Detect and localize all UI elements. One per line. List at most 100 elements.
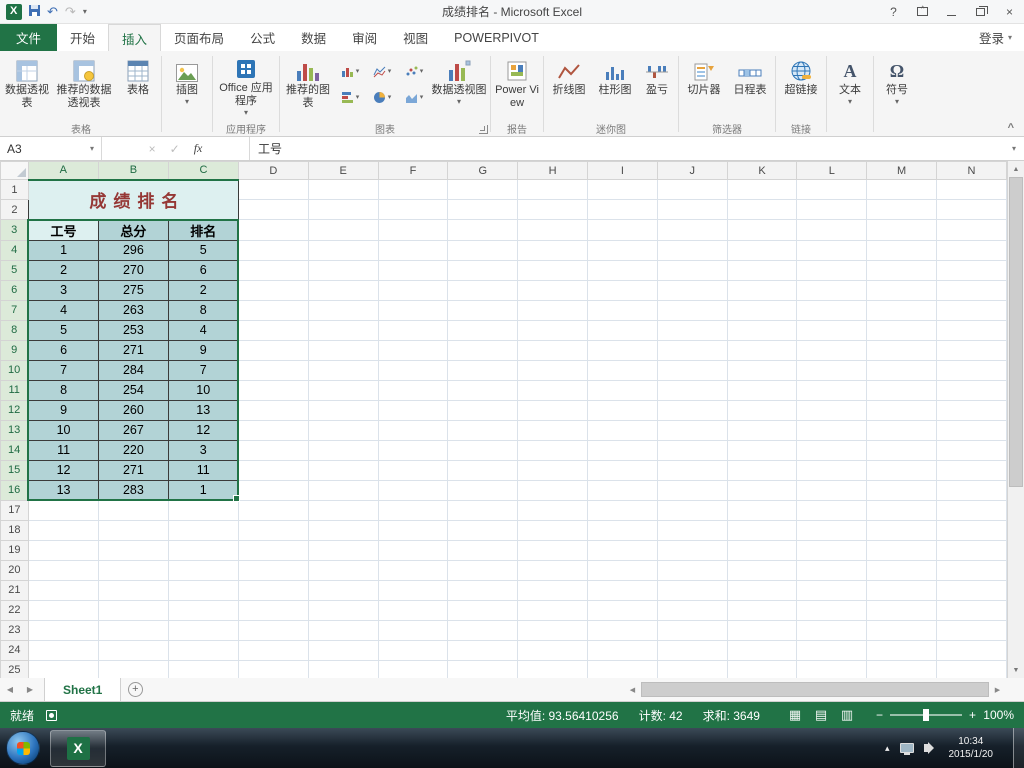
cell-K3[interactable] [727, 219, 798, 241]
office-apps-button[interactable]: Office 应用程序 ▾ [215, 53, 277, 117]
cell-G8[interactable] [447, 320, 519, 341]
text-button[interactable]: A 文本 ▾ [829, 53, 871, 117]
hyperlink-button[interactable]: 超链接 [778, 53, 824, 117]
cell-G11[interactable] [447, 380, 519, 401]
cell-G1[interactable] [447, 179, 519, 200]
cell-J12[interactable] [657, 400, 728, 421]
cell-B14[interactable]: 220 [97, 439, 169, 461]
cell-A4[interactable]: 1 [27, 239, 99, 261]
zoom-slider-thumb[interactable] [922, 709, 929, 721]
cell-I11[interactable] [587, 380, 658, 401]
cell-B8[interactable]: 253 [97, 319, 169, 341]
cell-K5[interactable] [727, 260, 798, 281]
cell-K4[interactable] [727, 240, 798, 261]
cell-A18[interactable] [28, 520, 99, 541]
cell-D10[interactable] [238, 360, 309, 381]
cell-F6[interactable] [378, 280, 449, 301]
cell-G4[interactable] [447, 240, 519, 261]
cell-F3[interactable] [378, 219, 449, 241]
cell-G14[interactable] [447, 440, 519, 461]
cell-M2[interactable] [866, 199, 938, 220]
help-button[interactable]: ? [879, 0, 908, 23]
cell-F19[interactable] [378, 540, 449, 561]
cell-I2[interactable] [587, 199, 658, 220]
cell-N18[interactable] [936, 520, 1007, 541]
scroll-down-icon[interactable]: ▼ [1008, 662, 1024, 678]
illustrations-button[interactable]: 插图 ▾ [164, 53, 210, 117]
horizontal-scroll-track[interactable] [641, 678, 989, 701]
cell-C22[interactable] [168, 600, 239, 621]
insert-function-button[interactable]: fx [194, 141, 203, 156]
cell-M3[interactable] [866, 219, 938, 241]
cell-I23[interactable] [587, 620, 658, 641]
collapse-ribbon-button[interactable]: ^ [1008, 122, 1014, 134]
cell-F10[interactable] [378, 360, 449, 381]
cell-E25[interactable] [308, 660, 379, 678]
cell-K14[interactable] [727, 440, 798, 461]
cell-B12[interactable]: 260 [97, 399, 169, 421]
cell-G12[interactable] [447, 400, 519, 421]
cell-M21[interactable] [866, 580, 938, 601]
cell-N4[interactable] [936, 240, 1007, 261]
cell-J22[interactable] [657, 600, 728, 621]
insert-pie-chart-button[interactable]: ▾ [366, 84, 398, 110]
sign-in-button[interactable]: 登录 ▾ [967, 24, 1024, 51]
cell-F23[interactable] [378, 620, 449, 641]
zoom-slider[interactable] [889, 709, 962, 721]
cell-H20[interactable] [517, 560, 589, 581]
timeline-button[interactable]: 日程表 [727, 53, 773, 117]
column-header-L[interactable]: L [796, 161, 868, 180]
sheet-tab-sheet1[interactable]: Sheet1 [44, 678, 122, 701]
insert-scatter-chart-button[interactable]: ▾ [398, 58, 430, 84]
cell-A9[interactable]: 6 [27, 339, 99, 361]
cell-D8[interactable] [238, 320, 309, 341]
cell-E3[interactable] [308, 219, 379, 241]
cell-G10[interactable] [447, 360, 519, 381]
cell-M24[interactable] [866, 640, 938, 661]
cell-H24[interactable] [517, 640, 589, 661]
expand-formula-bar-button[interactable]: ▾ [1004, 137, 1024, 160]
cell-F24[interactable] [378, 640, 449, 661]
table-button[interactable]: 表格 [117, 53, 159, 117]
cell-K20[interactable] [727, 560, 798, 581]
cell-C24[interactable] [168, 640, 239, 661]
cell-A25[interactable] [28, 660, 99, 678]
cell-M1[interactable] [866, 179, 938, 200]
cell-E11[interactable] [308, 380, 379, 401]
cell-H12[interactable] [517, 400, 589, 421]
cell-A20[interactable] [28, 560, 99, 581]
cell-G18[interactable] [447, 520, 519, 541]
cell-H18[interactable] [517, 520, 589, 541]
cell-E4[interactable] [308, 240, 379, 261]
cell-B6[interactable]: 275 [97, 279, 169, 301]
cell-J10[interactable] [657, 360, 728, 381]
volume-tray-icon[interactable] [923, 742, 934, 754]
cell-F18[interactable] [378, 520, 449, 541]
cell-I14[interactable] [587, 440, 658, 461]
vertical-scrollbar[interactable]: ▲ ▼ [1007, 161, 1024, 678]
cell-I18[interactable] [587, 520, 658, 541]
insert-line-chart-button[interactable]: ▾ [366, 58, 398, 84]
cell-H13[interactable] [517, 420, 589, 441]
cell-D5[interactable] [238, 260, 309, 281]
cell-I10[interactable] [587, 360, 658, 381]
cell-I15[interactable] [587, 460, 658, 481]
cell-H2[interactable] [517, 199, 589, 220]
cell-C21[interactable] [168, 580, 239, 601]
cell-B17[interactable] [98, 500, 169, 521]
cell-E24[interactable] [308, 640, 379, 661]
cell-C15[interactable]: 11 [167, 459, 240, 481]
cell-E18[interactable] [308, 520, 379, 541]
row-header-10[interactable]: 10 [0, 359, 30, 381]
cell-C20[interactable] [168, 560, 239, 581]
cell-E17[interactable] [308, 500, 379, 521]
zoom-level[interactable]: 100% [982, 708, 1024, 722]
cell-J2[interactable] [657, 199, 728, 220]
cell-B15[interactable]: 271 [97, 459, 169, 481]
cell-B10[interactable]: 284 [97, 359, 169, 381]
cell-N16[interactable] [936, 480, 1007, 501]
row-header-7[interactable]: 7 [0, 299, 30, 321]
cell-L7[interactable] [796, 300, 868, 321]
cell-C10[interactable]: 7 [167, 359, 240, 381]
cell-D1[interactable] [238, 179, 309, 200]
